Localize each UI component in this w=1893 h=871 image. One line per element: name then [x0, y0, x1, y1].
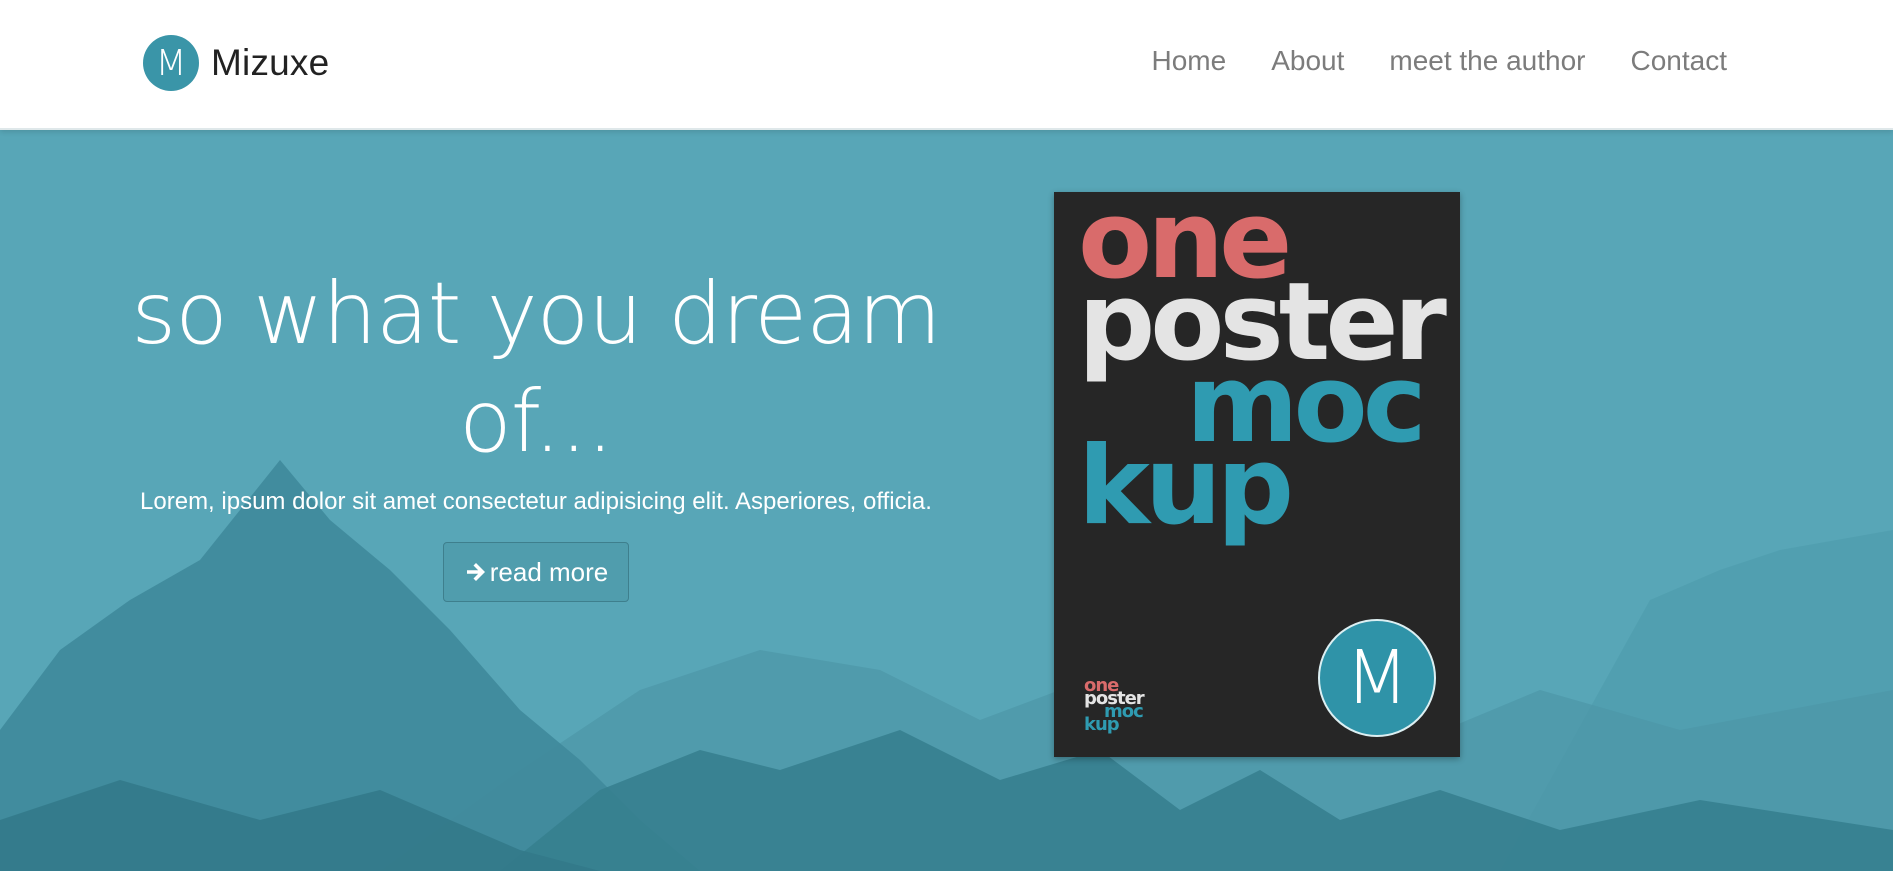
nav-item-home[interactable]: Home [1152, 45, 1227, 77]
poster-headline: one poster moc kup [1078, 187, 1447, 541]
hero-title-line-1: so what you dream [131, 264, 941, 364]
hero-subtitle: Lorem, ipsum dolor sit amet consectetur … [140, 488, 932, 515]
hero-title-line-2: of... [459, 372, 614, 472]
navbar: M Mizuxe Home About meet the author Cont… [0, 0, 1893, 130]
arrow-right-icon [466, 563, 485, 581]
brand-logo-icon: M [143, 35, 199, 91]
poster-m-badge-icon: M [1318, 619, 1436, 737]
nav-item-about[interactable]: About [1271, 45, 1344, 77]
nav-item-meet-the-author[interactable]: meet the author [1389, 45, 1585, 77]
brand-link[interactable]: M Mizuxe [143, 35, 329, 91]
main-nav: Home About meet the author Contact [1152, 45, 1728, 77]
poster-mockup-image: one poster moc kup one poster moc kup M [1054, 187, 1460, 757]
nav-item-contact[interactable]: Contact [1631, 45, 1728, 77]
hero-section: so what you dream of... Lorem, ipsum dol… [0, 130, 1893, 871]
hero-text-block: so what you dream of... Lorem, ipsum dol… [130, 260, 942, 602]
poster-small-logo: one poster moc kup [1084, 677, 1145, 734]
brand-name: Mizuxe [211, 42, 330, 83]
read-more-label: read more [489, 556, 609, 587]
read-more-button[interactable]: read more [442, 542, 630, 602]
hero-title: so what you dream of... [130, 260, 942, 476]
